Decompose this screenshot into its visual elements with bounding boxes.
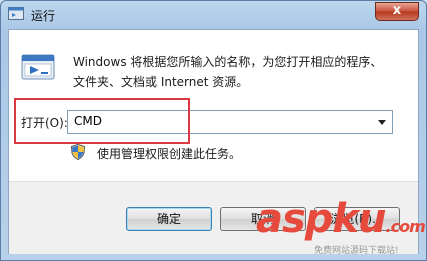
- admin-privilege-note: 使用管理权限创建此任务。: [97, 147, 242, 161]
- title-bar[interactable]: 运行 x: [1, 1, 426, 29]
- close-icon: x: [392, 3, 402, 18]
- run-dialog-window: 运行 x Windows 将根据您所输入的名称，为您打开相应的程序、 文件夹、文…: [0, 0, 427, 261]
- site-watermark: aspku.com 免费网站源码下载站!: [256, 197, 426, 259]
- run-dialog-icon: [8, 7, 24, 21]
- uac-shield-icon: [70, 143, 86, 161]
- close-button[interactable]: x: [375, 2, 419, 21]
- chevron-down-icon[interactable]: [378, 120, 386, 125]
- highlight-annotation-box: [14, 98, 190, 144]
- dialog-description: Windows 将根据您所输入的名称，为您打开相应的程序、 文件夹、文档或 In…: [73, 52, 413, 92]
- description-line-2: 文件夹、文档或 Internet 资源。: [73, 75, 249, 89]
- window-title: 运行: [31, 9, 56, 23]
- ok-button[interactable]: 确定: [126, 207, 212, 231]
- run-program-icon: [21, 52, 57, 84]
- watermark-subtitle: 免费网站源码下载站!: [314, 246, 399, 256]
- watermark-logo: aspku.com: [256, 196, 426, 242]
- description-line-1: Windows 将根据您所输入的名称，为您打开相应的程序、: [73, 55, 383, 69]
